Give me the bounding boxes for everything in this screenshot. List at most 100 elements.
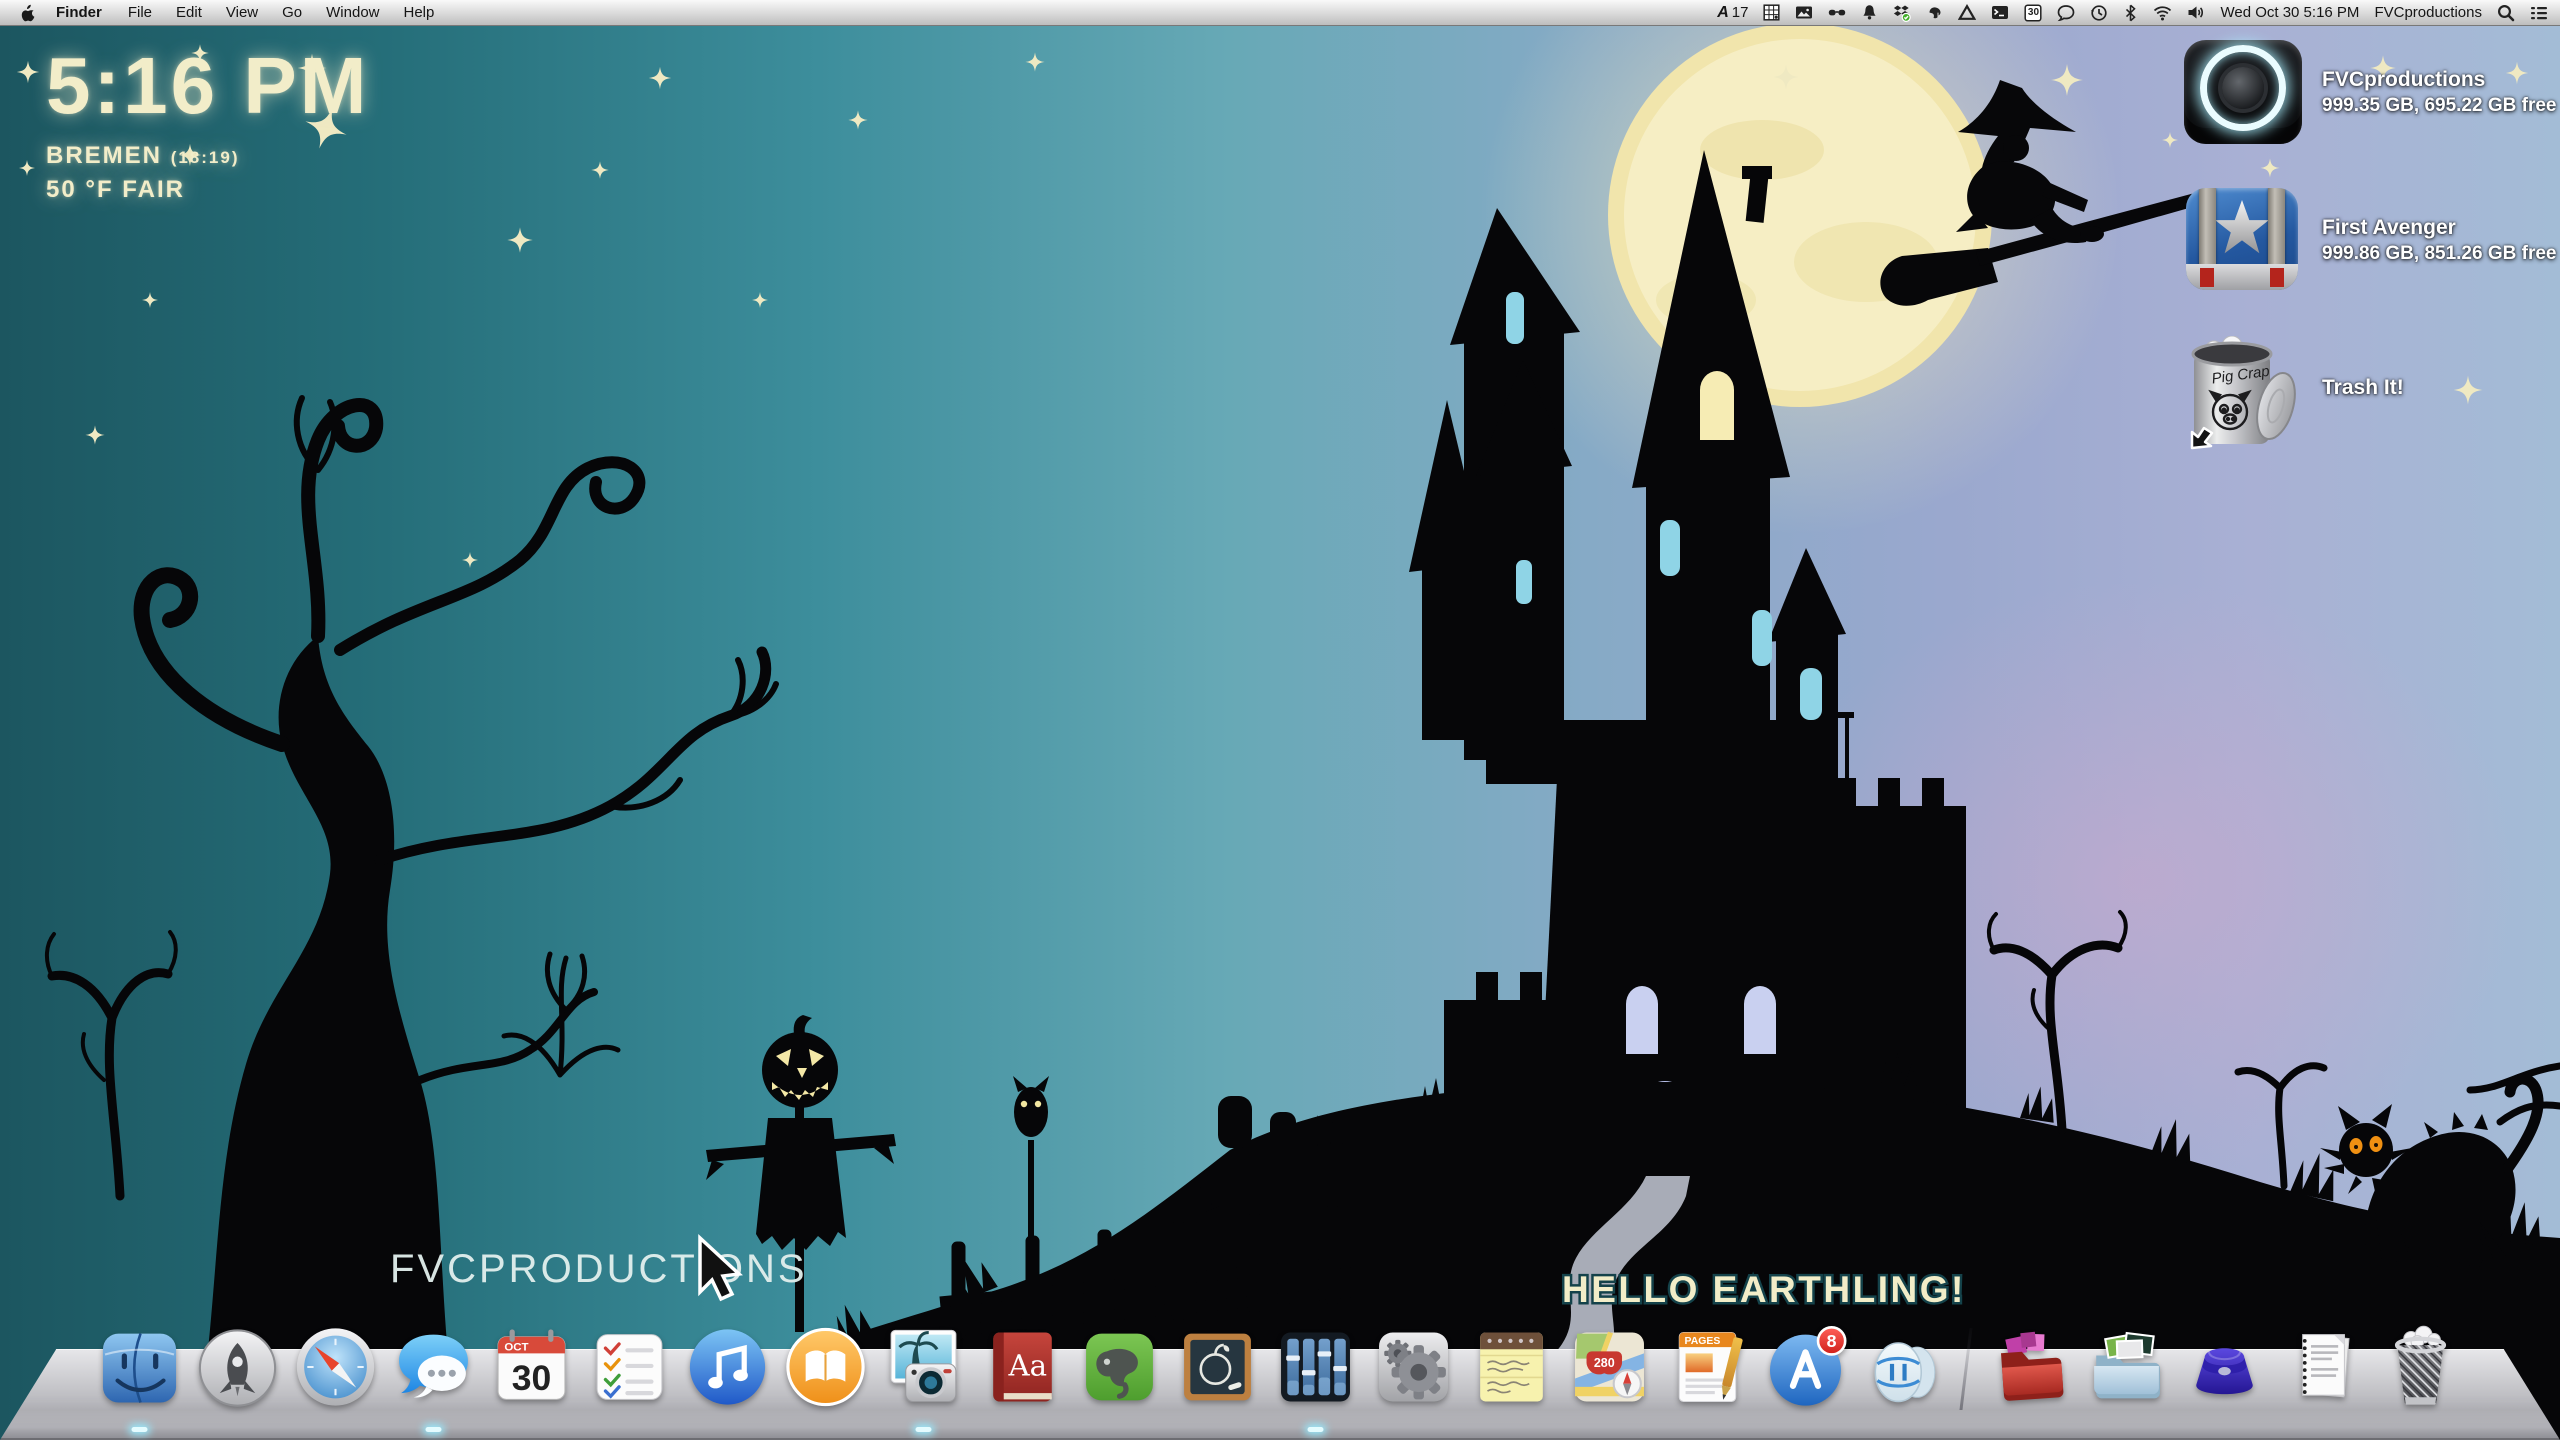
maps-icon: 280 — [1563, 1320, 1657, 1414]
dock-item-finder[interactable] — [93, 1320, 187, 1414]
iphoto-icon — [877, 1320, 971, 1414]
wifi-icon[interactable] — [2153, 4, 2172, 21]
widget-location: BREMEN — [46, 142, 162, 169]
app-store-icon: 8 — [1759, 1320, 1853, 1414]
drive-label: FVCproductions — [2322, 68, 2556, 92]
bluetooth-icon[interactable] — [2123, 4, 2138, 22]
menu-view[interactable]: View — [214, 4, 270, 21]
pages-icon: PAGES — [1661, 1320, 1755, 1414]
a-menu-icon: A — [1717, 4, 1729, 22]
svg-text:30: 30 — [512, 1358, 552, 1398]
volume-icon[interactable] — [2187, 4, 2205, 21]
trash-can-app-icon: Pig Crap — [2184, 336, 2302, 440]
wallpaper-signature: FVCPRODUCTIONS — [390, 1247, 808, 1291]
desktop-icon-area: FVCproductions 999.35 GB, 695.22 GB free… — [2184, 40, 2556, 440]
dock-item-appcleaner[interactable] — [1171, 1320, 1265, 1414]
dock-item-notes[interactable] — [1465, 1320, 1559, 1414]
drive-details: 999.86 GB, 851.26 GB free — [2322, 243, 2556, 265]
menu-help[interactable]: Help — [392, 4, 447, 21]
menu-window[interactable]: Window — [314, 4, 391, 21]
svg-text:PAGES: PAGES — [1685, 1336, 1721, 1347]
dock-item-launchpad[interactable] — [191, 1320, 285, 1414]
dock-item-system-preferences[interactable] — [1367, 1320, 1461, 1414]
menu-username[interactable]: FVCproductions — [2374, 4, 2482, 21]
safari-icon — [289, 1320, 383, 1414]
svg-text:OCT: OCT — [504, 1341, 528, 1353]
dock-item-red-folder-stack[interactable] — [1982, 1320, 2076, 1414]
clock-widget: 5:16 PM BREMEN (18:19) 50 °F FAIR — [46, 40, 369, 204]
menu-calendar-day: 30 — [2024, 7, 2042, 18]
svg-text:280: 280 — [1594, 1356, 1615, 1370]
menu-edit[interactable]: Edit — [164, 4, 214, 21]
red-folder-stack-icon — [1982, 1320, 2076, 1414]
dock-item-purse-stack[interactable] — [2178, 1320, 2272, 1414]
dock-item-papers-stack[interactable] — [2276, 1320, 2370, 1414]
dock-item-iphoto[interactable] — [877, 1320, 971, 1414]
menu-calendar-extra[interactable]: 30 — [2024, 4, 2042, 22]
time-machine-icon[interactable] — [2090, 4, 2108, 22]
dock-item-ibooks[interactable] — [779, 1320, 873, 1414]
tron-drive-icon — [2184, 40, 2302, 144]
menu-bar-status: A 17 30 Wed Oct 30 5:16 PM FVCproduction… — [1717, 4, 2560, 22]
goggles-icon[interactable] — [1828, 4, 1846, 21]
dock-item-maps[interactable]: 280 — [1563, 1320, 1657, 1414]
notification-center-icon[interactable] — [2530, 4, 2548, 22]
dock-item-trash[interactable] — [2374, 1320, 2468, 1414]
itunes-icon — [681, 1320, 775, 1414]
dock: OCT 30 Aa — [0, 1290, 2560, 1440]
papers-stack-icon — [2276, 1320, 2370, 1414]
widget-time: 5:16 PM — [46, 40, 369, 132]
grid-icon[interactable] — [1763, 4, 1780, 21]
menu-datetime[interactable]: Wed Oct 30 5:16 PM — [2220, 4, 2359, 21]
svg-text:8: 8 — [1827, 1331, 1837, 1351]
ibooks-icon — [779, 1320, 873, 1414]
dock-item-pages[interactable]: PAGES — [1661, 1320, 1755, 1414]
dropbox-icon[interactable] — [1893, 4, 1911, 22]
menu-finder[interactable]: Finder — [42, 4, 116, 21]
apple-menu[interactable] — [14, 4, 42, 22]
apple-icon — [20, 4, 36, 22]
desktop[interactable]: FVCPRODUCTIONS HELLO EARTHLING! Finder F… — [0, 0, 2560, 1440]
dock-item-dictionary[interactable]: Aa — [975, 1320, 1069, 1414]
widget-weather: 50 °F FAIR — [46, 176, 369, 204]
reminders-icon — [583, 1320, 677, 1414]
desktop-icon-trash-it[interactable]: Pig Crap Trash It! — [2184, 336, 2556, 440]
svg-text:Aa: Aa — [1007, 1348, 1047, 1382]
notes-icon — [1465, 1320, 1559, 1414]
dock-items: OCT 30 Aa — [93, 1320, 2468, 1414]
google-drive-icon[interactable] — [1958, 4, 1976, 21]
dock-item-audio-levels[interactable] — [1269, 1320, 1363, 1414]
dock-item-reminders[interactable] — [583, 1320, 677, 1414]
dock-item-evernote[interactable] — [1073, 1320, 1167, 1414]
terminal-icon[interactable] — [1991, 4, 2009, 21]
bell-icon[interactable] — [1861, 4, 1878, 21]
dock-item-app-store[interactable]: 8 — [1759, 1320, 1853, 1414]
desktop-icon-fvcproductions[interactable]: FVCproductions 999.35 GB, 695.22 GB free — [2184, 40, 2556, 144]
dock-item-itunes[interactable] — [681, 1320, 775, 1414]
dock-item-messages[interactable] — [387, 1320, 481, 1414]
chat-bubble-icon[interactable] — [2057, 4, 2075, 22]
evernote-elephant-icon[interactable] — [1926, 4, 1943, 21]
photo-icon[interactable] — [1795, 4, 1813, 21]
dock-item-safari[interactable] — [289, 1320, 383, 1414]
spotlight-icon[interactable] — [2497, 4, 2515, 22]
messages-icon — [387, 1320, 481, 1414]
widget-alt-time: (18:19) — [171, 148, 240, 167]
dock-item-gemini[interactable] — [1857, 1320, 1951, 1414]
drive-label: First Avenger — [2322, 216, 2556, 240]
trash-full-icon — [2374, 1320, 2468, 1414]
drive-details: 999.35 GB, 695.22 GB free — [2322, 95, 2556, 117]
wallpaper-art: FVCPRODUCTIONS HELLO EARTHLING! — [0, 0, 2560, 1440]
dock-divider — [1959, 1328, 1972, 1410]
desktop-icon-first-avenger[interactable]: First Avenger 999.86 GB, 851.26 GB free — [2184, 188, 2556, 292]
menu-file[interactable]: File — [116, 4, 164, 21]
dock-item-documents-folder-stack[interactable] — [2080, 1320, 2174, 1414]
evernote-icon — [1073, 1320, 1167, 1414]
menu-bar: Finder File Edit View Go Window Help A 1… — [0, 0, 2560, 26]
finder-icon — [93, 1320, 187, 1414]
trash-app-label: Trash It! — [2322, 376, 2404, 400]
dock-item-calendar[interactable]: OCT 30 — [485, 1320, 579, 1414]
captain-america-drive-icon — [2184, 188, 2302, 292]
menu-go[interactable]: Go — [270, 4, 314, 21]
a17-menu-extra[interactable]: A 17 — [1717, 4, 1748, 22]
